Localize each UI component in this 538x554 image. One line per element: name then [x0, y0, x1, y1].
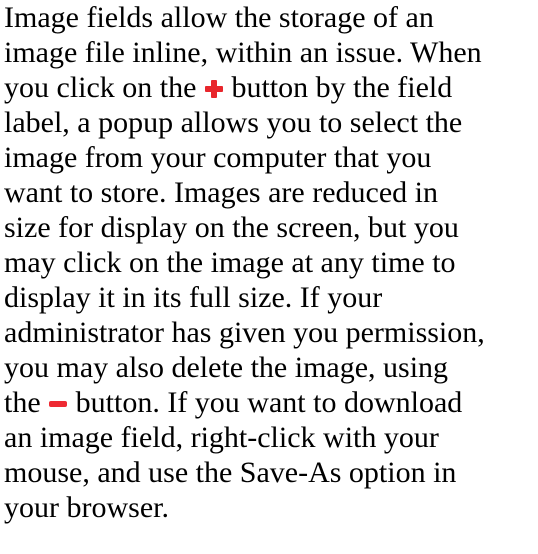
- plus-icon: [204, 79, 224, 99]
- text-segment: button by the field: [223, 71, 453, 104]
- text-line: administrator has given you permission,: [4, 316, 485, 349]
- help-paragraph: Image fields allow the storage of an ima…: [4, 0, 534, 525]
- text-line: mouse, and use the Save-As option in: [4, 456, 457, 489]
- text-line-with-delete-icon: the button. If you want to download: [4, 385, 534, 420]
- text-segment: the: [4, 386, 49, 419]
- text-line: label, a popup allows you to select the: [4, 106, 463, 139]
- text-line: your browser.: [4, 491, 169, 524]
- text-line: image file inline, within an issue. When: [4, 36, 482, 69]
- text-segment: button. If you want to download: [68, 386, 463, 419]
- text-line: want to store. Images are reduced in: [4, 176, 438, 209]
- text-line: an image field, right-click with your: [4, 421, 439, 454]
- text-segment: you click on the: [4, 71, 204, 104]
- minus-icon: [48, 394, 68, 414]
- text-line-with-add-icon: you click on the button by the field: [4, 70, 534, 105]
- text-line: you may also delete the image, using: [4, 351, 449, 384]
- text-line: image from your computer that you: [4, 141, 432, 174]
- text-line: display it in its full size. If your: [4, 281, 383, 314]
- text-line: size for display on the screen, but you: [4, 211, 459, 244]
- text-line: may click on the image at any time to: [4, 246, 456, 279]
- text-line: Image fields allow the storage of an: [4, 1, 434, 34]
